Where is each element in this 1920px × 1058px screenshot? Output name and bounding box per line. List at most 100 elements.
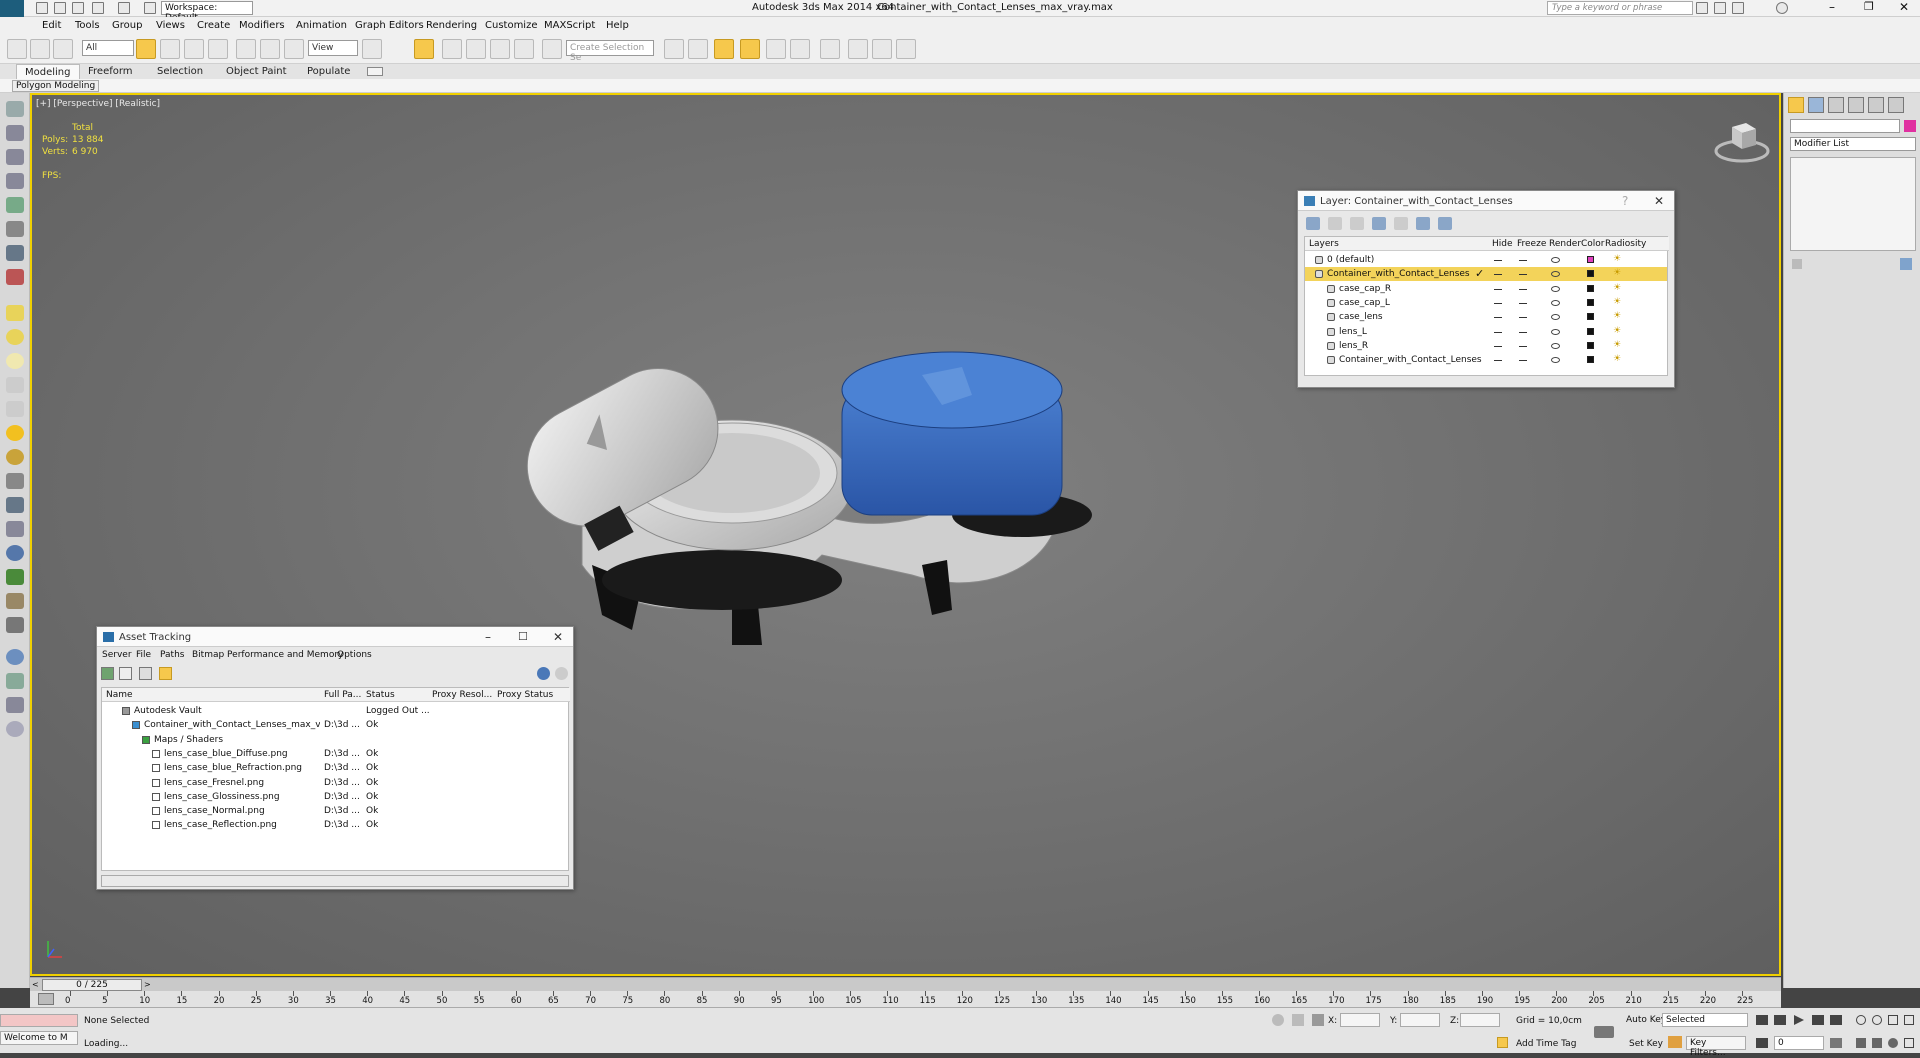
hide-toggle[interactable] — [1494, 260, 1502, 261]
z-coordinate-field[interactable] — [1460, 1013, 1500, 1027]
menu-modifiers[interactable]: Modifiers — [239, 20, 285, 31]
create-tab-icon[interactable] — [1788, 97, 1804, 113]
hide-toggle[interactable] — [1494, 317, 1502, 319]
particle-icon[interactable] — [6, 245, 24, 261]
lock-selection-icon[interactable] — [1292, 1014, 1304, 1026]
hide-toggle[interactable] — [1494, 288, 1502, 290]
layer-manager-icon[interactable] — [714, 39, 734, 59]
hide-toggle[interactable] — [1494, 274, 1502, 276]
container-icon[interactable] — [6, 101, 24, 117]
menu-create[interactable]: Create — [197, 20, 230, 31]
go-to-end-icon[interactable] — [1830, 1015, 1842, 1025]
window-crossing-icon[interactable] — [208, 39, 228, 59]
object-name-field[interactable] — [1790, 119, 1900, 133]
mini-curve-editor-icon[interactable] — [38, 993, 54, 1005]
timeline-ruler[interactable]: 0 5 10 15 20 25 30 35 40 45 50 55 60 65 70 75 80 85 90 95 10… — [30, 991, 1781, 1008]
asset-help-icon[interactable] — [555, 667, 568, 680]
layer-row[interactable]: lens_R ☀ — [1305, 339, 1667, 353]
current-frame-field[interactable]: 0 — [1774, 1036, 1824, 1050]
asset-name[interactable]: Maps / Shaders — [154, 735, 223, 745]
layer-name[interactable]: case_cap_L — [1339, 298, 1390, 308]
col-freeze[interactable]: Freeze — [1517, 239, 1546, 249]
key-selection-dropdown[interactable]: Selected — [1662, 1013, 1748, 1027]
isolate-selection-icon[interactable] — [1272, 1014, 1284, 1026]
render-toggle-icon[interactable] — [1551, 257, 1560, 263]
layer-color-swatch[interactable] — [1587, 256, 1594, 263]
key-filters-button[interactable]: Key Filters... — [1686, 1036, 1746, 1058]
col-color[interactable]: Color — [1581, 239, 1605, 249]
layer-color-swatch[interactable] — [1587, 270, 1594, 278]
scale-icon[interactable] — [284, 39, 304, 59]
set-key-button[interactable]: Set Key — [1629, 1039, 1663, 1049]
render-toggle-icon[interactable] — [1551, 299, 1560, 306]
layer-row[interactable]: Container_with_Contact_Lenses ✓ ☀ — [1305, 267, 1667, 282]
tab-freeform[interactable]: Freeform — [88, 66, 133, 77]
list-view-icon[interactable] — [119, 667, 132, 680]
time-slider-prev-button[interactable]: < — [32, 980, 42, 990]
table-icon[interactable] — [6, 173, 24, 189]
previous-frame-icon[interactable] — [1774, 1015, 1786, 1025]
col-proxy-status[interactable]: Proxy Status — [497, 690, 553, 700]
render-toggle-icon[interactable] — [1551, 328, 1560, 335]
schematic-view-icon[interactable] — [790, 39, 810, 59]
layer-name[interactable]: Container_with_Contact_Lenses — [1339, 355, 1482, 365]
cone-icon[interactable] — [6, 377, 24, 393]
configure-modifier-sets-icon[interactable] — [1900, 258, 1912, 270]
menu-customize[interactable]: Customize — [485, 20, 538, 31]
layer-color-swatch[interactable] — [1587, 327, 1594, 335]
binoculars-icon[interactable] — [1696, 2, 1708, 14]
modifier-stack[interactable] — [1790, 157, 1916, 251]
display-tab-icon[interactable] — [1868, 97, 1884, 113]
layer-name[interactable]: case_cap_R — [1339, 284, 1391, 294]
layer-name[interactable]: lens_L — [1339, 327, 1367, 337]
box-icon[interactable] — [6, 305, 24, 321]
render-toggle-icon[interactable] — [1551, 285, 1560, 292]
render-production-icon[interactable] — [896, 39, 916, 59]
hide-toggle[interactable] — [1494, 302, 1502, 304]
layer-color-swatch[interactable] — [1587, 341, 1594, 349]
freeze-toggle[interactable] — [1519, 274, 1527, 276]
edit-named-selection-icon[interactable] — [542, 39, 562, 59]
layer-explorer-icon[interactable] — [6, 149, 24, 165]
torus-icon[interactable] — [6, 401, 24, 417]
window-icon[interactable] — [6, 697, 24, 713]
named-selection-dropdown[interactable]: Create Selection Se — [566, 40, 654, 63]
col-radiosity[interactable]: Radiosity — [1605, 239, 1646, 249]
move-icon[interactable] — [236, 39, 256, 59]
next-frame-icon[interactable] — [1812, 1015, 1824, 1025]
freeze-toggle[interactable] — [1519, 317, 1527, 319]
menu-views[interactable]: Views — [156, 20, 185, 31]
layer-row[interactable]: lens_L ☀ — [1305, 325, 1667, 339]
add-time-tag-button[interactable]: Add Time Tag — [1516, 1039, 1576, 1049]
mirror-icon[interactable] — [664, 39, 684, 59]
asset-name[interactable]: lens_case_Normal.png — [164, 806, 265, 816]
menu-tools[interactable]: Tools — [75, 20, 100, 31]
freeze-toggle[interactable] — [1519, 360, 1527, 362]
asset-row[interactable]: Autodesk Vault Logged Out ... — [102, 704, 568, 718]
set-key-icon[interactable] — [1668, 1036, 1682, 1048]
layer-color-swatch[interactable] — [1587, 284, 1594, 292]
layer-name[interactable]: lens_R — [1339, 341, 1368, 351]
render-toggle-icon[interactable] — [1551, 342, 1560, 349]
tree-icon[interactable] — [6, 569, 24, 585]
globe-icon[interactable] — [6, 545, 24, 561]
layer-row[interactable]: Container_with_Contact_Lenses ☀ — [1305, 353, 1667, 367]
layer-name[interactable]: Container_with_Contact_Lenses — [1327, 269, 1470, 279]
pin-stack-icon[interactable] — [1792, 259, 1802, 269]
refresh-icon[interactable] — [101, 667, 114, 680]
menu-help[interactable]: Help — [606, 20, 629, 31]
align-icon[interactable] — [688, 39, 708, 59]
hide-toggle[interactable] — [1494, 331, 1502, 333]
asset-row[interactable]: Maps / Shaders — [102, 733, 568, 747]
delete-layer-icon[interactable] — [1328, 217, 1342, 230]
radiosity-icon[interactable]: ☀ — [1613, 340, 1621, 350]
tab-object-paint[interactable]: Object Paint — [226, 66, 287, 77]
hair-icon[interactable] — [6, 593, 24, 609]
radiosity-icon[interactable]: ☀ — [1613, 297, 1621, 307]
radiosity-icon[interactable]: ☀ — [1613, 283, 1621, 293]
asset-row[interactable]: Container_with_Contact_Lenses_max_vray..… — [102, 718, 568, 732]
vray-icon[interactable] — [6, 617, 24, 633]
time-tag-icon[interactable] — [1497, 1037, 1508, 1048]
graphite-toggle-icon[interactable] — [740, 39, 760, 59]
ribbon-options-button[interactable] — [367, 67, 383, 76]
